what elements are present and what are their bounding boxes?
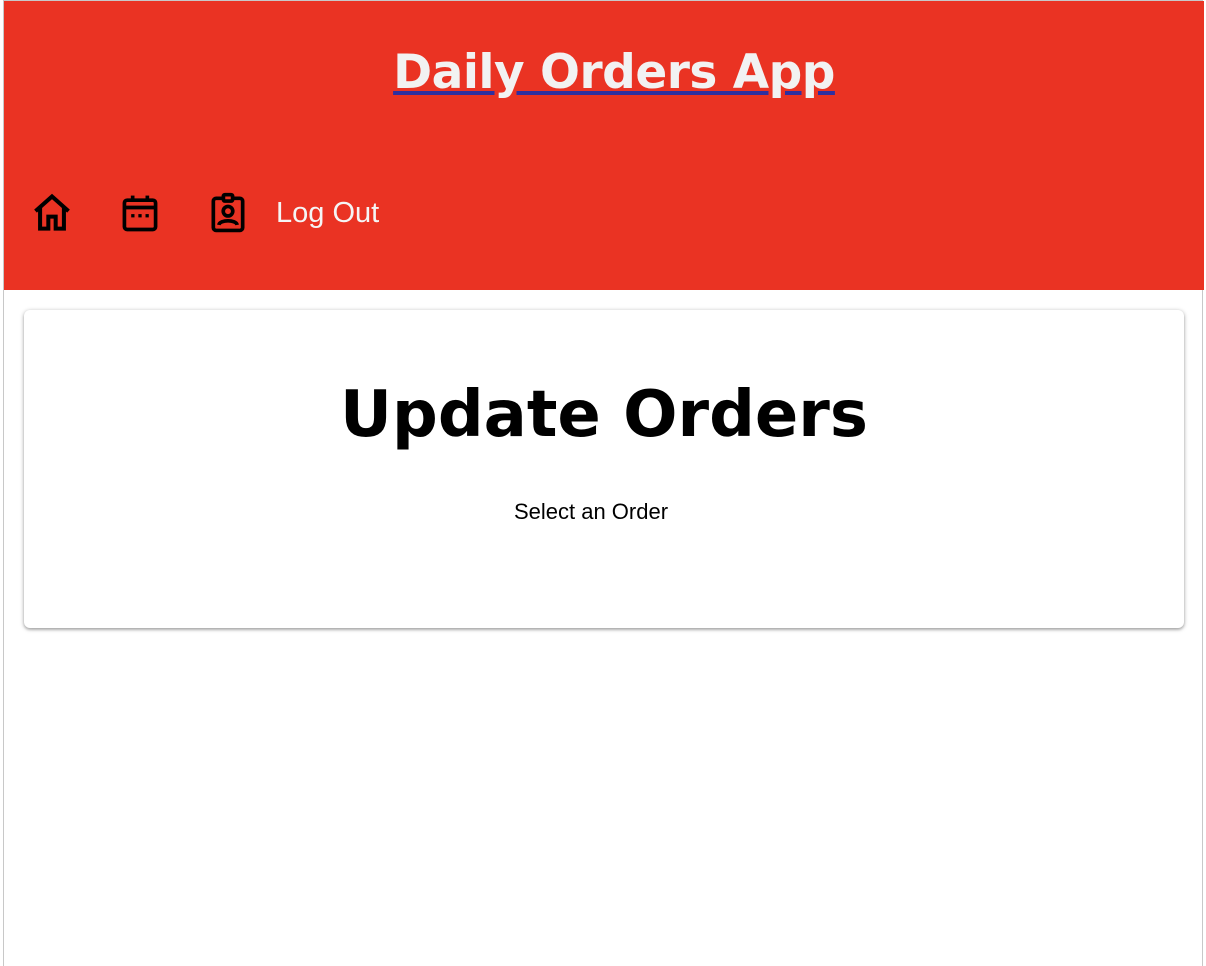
app-title-link[interactable]: Daily Orders App <box>4 43 1206 103</box>
page-title: Update Orders <box>340 378 868 452</box>
calendar-icon[interactable] <box>116 189 164 237</box>
nav-bar: Log Out <box>28 187 379 239</box>
app-header: Daily Orders App Log Out <box>4 1 1204 290</box>
logout-link[interactable]: Log Out <box>276 189 379 237</box>
home-icon[interactable] <box>28 189 76 237</box>
contact-badge-icon[interactable] <box>204 189 252 237</box>
select-order-prompt[interactable]: Select an Order <box>24 498 1158 526</box>
update-orders-card: Update Orders Select an Order <box>24 310 1184 628</box>
